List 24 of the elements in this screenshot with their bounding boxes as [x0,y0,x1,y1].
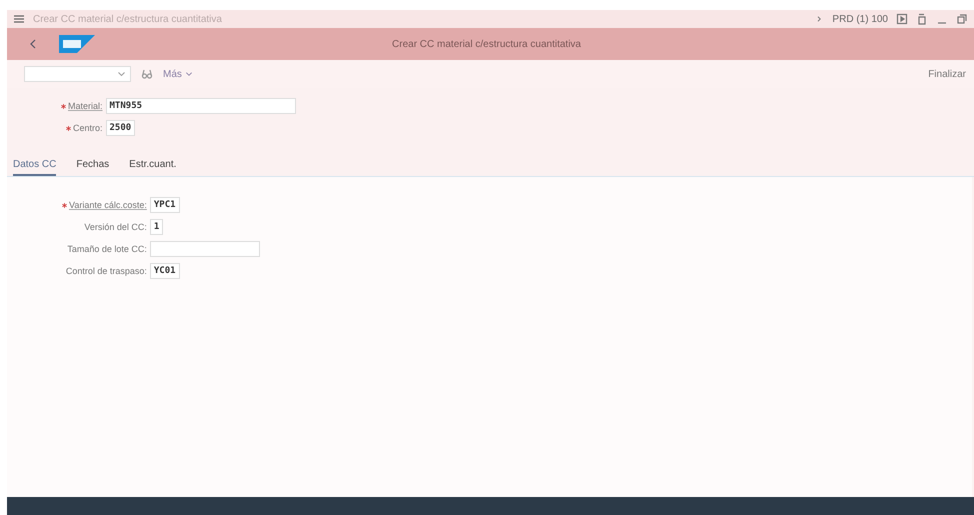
restore-icon[interactable] [956,13,968,25]
page-title: Crear CC material c/estructura cuantitativa [391,38,582,50]
exit-button[interactable]: Finalizar [928,68,966,80]
field-label: Control de traspaso: [66,266,147,276]
input-field[interactable]: MTN955 [106,98,296,114]
tab[interactable]: Estr.cuant. [129,159,176,176]
field-label: Centro: [73,123,103,133]
system-info: PRD (1) 100 [832,14,888,24]
play-icon[interactable] [896,13,908,25]
glasses-icon[interactable] [141,68,153,80]
input-field[interactable]: YC01 [150,263,180,279]
logo [59,35,95,53]
window-title: Crear CC material c/estructura cuantitativa [33,14,222,24]
input-field[interactable] [150,241,260,257]
field-label: Material: [68,101,103,111]
input-field[interactable]: YPC1 [150,197,180,213]
field-label: Versión del CC: [84,222,147,232]
field-label: Tamaño de lote CC: [67,244,147,254]
menu-icon[interactable] [13,13,25,25]
dropdown-field[interactable] [24,66,131,82]
field-label: Variante cálc.coste: [69,200,147,210]
input-field[interactable]: 2500 [106,120,136,136]
input-field[interactable]: 1 [150,219,164,235]
tab[interactable]: Fechas [76,159,110,176]
